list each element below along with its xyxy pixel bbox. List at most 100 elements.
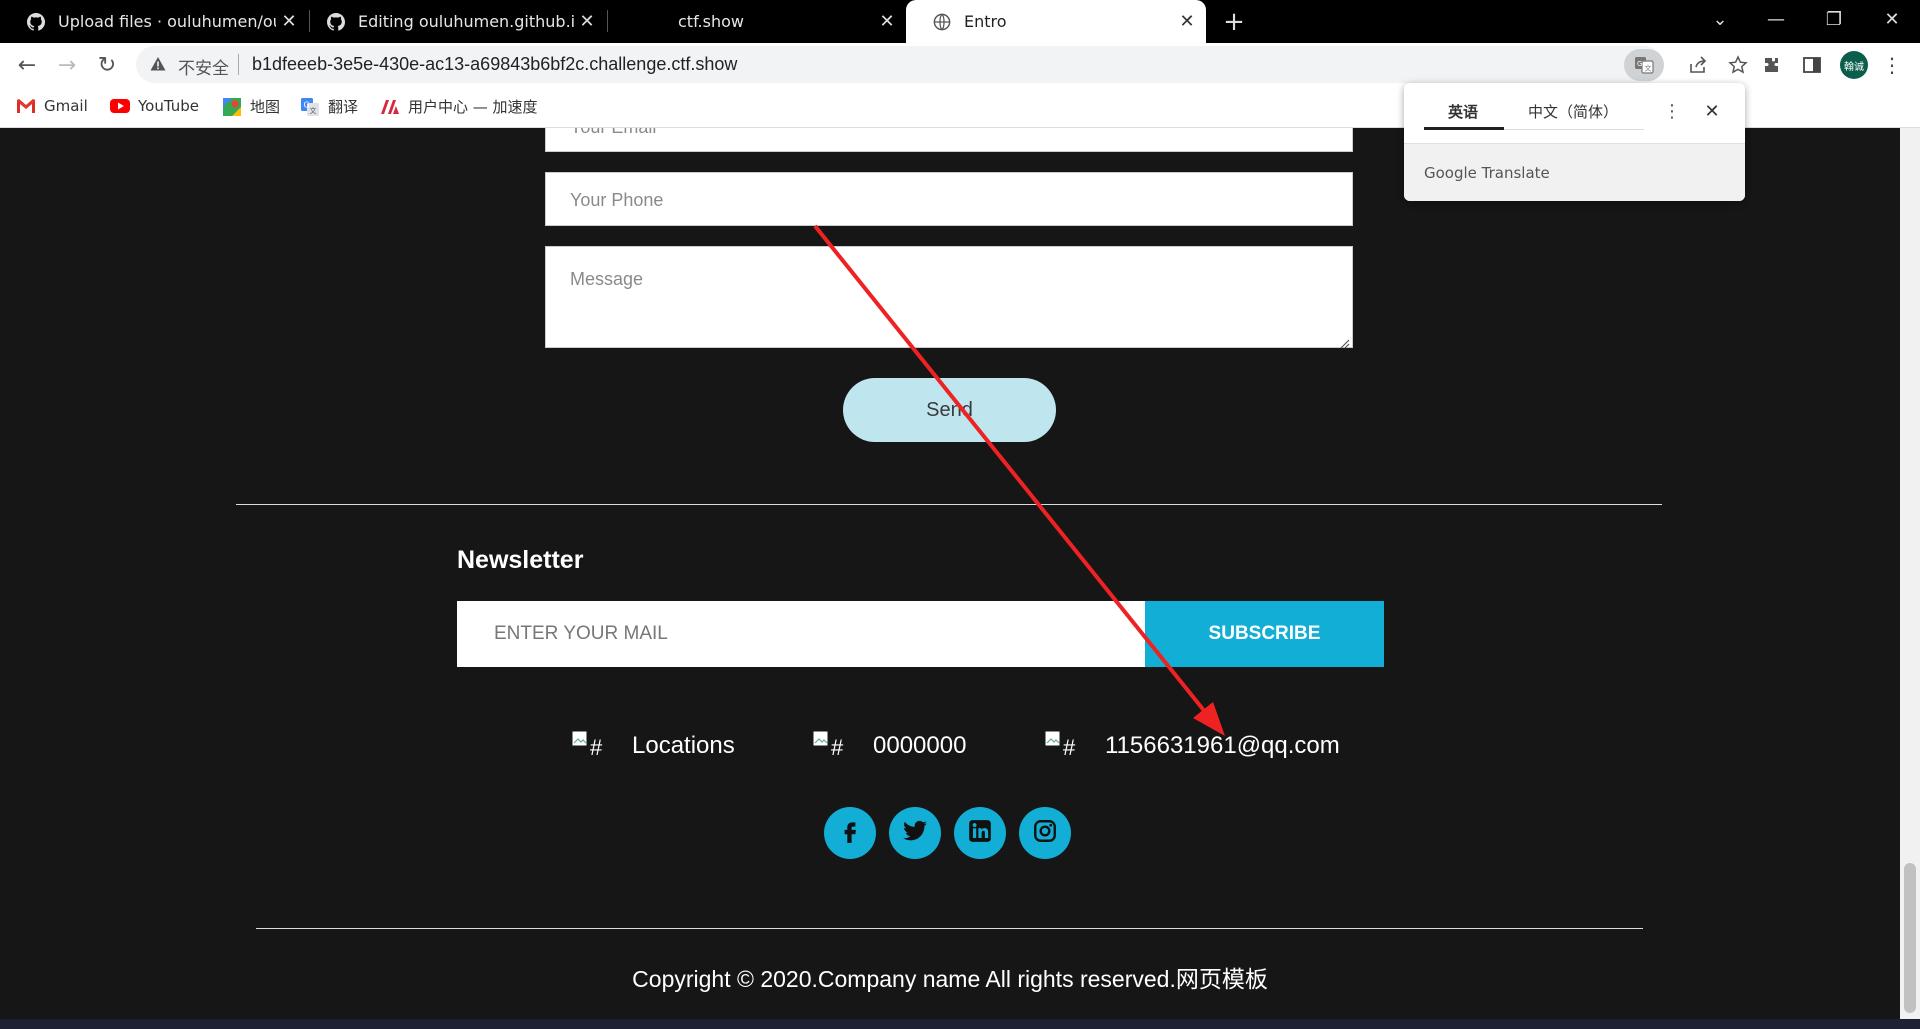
bookmark-star-icon[interactable]: [1722, 49, 1754, 81]
translate-footer: Google Translate: [1404, 143, 1745, 201]
bookmark-youtube[interactable]: YouTube: [110, 96, 199, 116]
newsletter-placeholder: ENTER YOUR MAIL: [494, 623, 668, 644]
message-field[interactable]: Message: [545, 246, 1353, 349]
bookmark-accel[interactable]: 用户中心 — 加速度: [380, 96, 538, 117]
address-separator: [238, 54, 239, 75]
translate-popup: 英语 中文（简体） ⋮ ✕ Google Translate: [1404, 83, 1745, 201]
contact-icon-alt: #: [590, 735, 603, 760]
instagram-icon: [1032, 818, 1058, 849]
contact-phone: # 0000000: [813, 731, 966, 761]
globe-icon: [932, 12, 952, 32]
twitter-icon: [902, 818, 928, 849]
email-field[interactable]: Your Email: [545, 128, 1353, 152]
svg-text:G: G: [1637, 60, 1642, 68]
contact-email: # 1156631961@qq.com: [1045, 731, 1340, 761]
address-url[interactable]: b1dfeeeb-3e5e-430e-ac13-a69843b6bf2c.cha…: [252, 54, 737, 75]
page-scrollbar[interactable]: [1900, 128, 1920, 1019]
contact-icon-alt: #: [1063, 735, 1076, 760]
tab-upload-files[interactable]: Upload files · ouluhumen/oulu ✕: [0, 0, 308, 43]
contact-location: # Locations: [572, 731, 735, 761]
bookmark-translate[interactable]: G文 翻译: [300, 96, 358, 117]
bookmark-label: YouTube: [138, 97, 199, 115]
forward-icon[interactable]: →: [51, 49, 83, 81]
tab-entro[interactable]: Entro ✕: [906, 0, 1206, 43]
message-placeholder: Message: [570, 269, 644, 289]
instagram-button[interactable]: [1019, 807, 1071, 859]
side-panel-icon[interactable]: [1796, 49, 1828, 81]
tab-title: ctf.show: [678, 12, 744, 31]
twitter-button[interactable]: [889, 807, 941, 859]
tab-title: Upload files · ouluhumen/oulu: [58, 12, 276, 31]
github-icon: [26, 12, 46, 32]
email-placeholder: Your Email: [570, 128, 656, 138]
facebook-button[interactable]: [824, 807, 876, 859]
insecure-label[interactable]: 不安全: [178, 54, 229, 79]
share-icon[interactable]: [1682, 49, 1714, 81]
reload-icon[interactable]: ↻: [91, 49, 123, 81]
resize-handle-icon[interactable]: [1338, 333, 1350, 349]
tab-title: Editing ouluhumen.github.io/2: [358, 12, 574, 31]
tab-close-icon[interactable]: ✕: [874, 9, 900, 35]
phone-field[interactable]: Your Phone: [545, 172, 1353, 226]
restore-icon[interactable]: ❐: [1806, 0, 1862, 38]
youtube-icon: [110, 96, 130, 116]
back-icon[interactable]: ←: [11, 49, 43, 81]
close-icon[interactable]: ✕: [1700, 99, 1724, 123]
contact-icon-alt: #: [831, 735, 844, 760]
menu-kebab-icon[interactable]: ⋮: [1876, 49, 1908, 81]
maps-icon: [222, 97, 242, 117]
extensions-icon[interactable]: [1756, 49, 1788, 81]
broken-image-icon: #: [572, 731, 612, 761]
address-bar[interactable]: 不安全 b1dfeeeb-3e5e-430e-ac13-a69843b6bf2c…: [136, 46, 1748, 83]
browser-toolbar: ← → ↻ 不安全 b1dfeeeb-3e5e-430e-ac13-a69843…: [0, 43, 1920, 86]
translate-menu-icon[interactable]: ⋮: [1660, 99, 1684, 123]
github-icon: [326, 12, 346, 32]
newsletter-email-input[interactable]: ENTER YOUR MAIL: [457, 601, 1145, 667]
contact-text: 1156631961@qq.com: [1105, 732, 1340, 759]
linkedin-button[interactable]: [954, 807, 1006, 859]
tab-editing[interactable]: Editing ouluhumen.github.io/2 ✕: [300, 0, 606, 43]
tab-close-icon[interactable]: ✕: [276, 9, 302, 35]
facebook-icon: [837, 818, 863, 849]
new-tab-button[interactable]: +: [1218, 6, 1250, 38]
blank-page-icon: [646, 12, 666, 32]
tab-ctfshow[interactable]: ctf.show ✕: [608, 0, 906, 43]
avatar[interactable]: 翰诚: [1840, 51, 1868, 79]
google-translate-brand: Google Translate: [1424, 164, 1550, 182]
tab-strip: Upload files · ouluhumen/oulu ✕ Editing …: [0, 0, 1920, 43]
lang-tab-target[interactable]: 中文（简体）: [1528, 101, 1618, 122]
tab-search-icon[interactable]: ⌄: [1692, 0, 1748, 38]
minimize-icon[interactable]: —: [1748, 0, 1804, 38]
divider: [236, 504, 1662, 505]
taskbar-edge: [0, 1019, 1920, 1029]
linkedin-icon: [967, 818, 993, 849]
bookmark-label: 翻译: [328, 98, 359, 116]
newsletter-title: Newsletter: [457, 546, 584, 574]
copyright-text: Copyright © 2020.Company name All rights…: [632, 966, 1268, 992]
bookmark-gmail[interactable]: Gmail: [16, 96, 88, 116]
bookmark-label: 地图: [250, 98, 281, 116]
gmail-icon: [16, 96, 36, 116]
send-button[interactable]: Send: [843, 378, 1056, 442]
contact-text: Locations: [632, 732, 735, 759]
bookmark-maps[interactable]: 地图: [222, 96, 280, 117]
tab-title: Entro: [964, 12, 1007, 31]
warning-icon: [150, 56, 166, 72]
close-window-icon[interactable]: ✕: [1864, 0, 1920, 38]
tab-close-icon[interactable]: ✕: [574, 9, 600, 35]
bookmark-label: 用户中心 — 加速度: [408, 98, 538, 116]
svg-text:文: 文: [1645, 64, 1652, 73]
translate-icon: G文: [300, 97, 320, 117]
subscribe-button[interactable]: SUBSCRIBE: [1145, 601, 1384, 667]
contact-text: 0000000: [873, 732, 967, 759]
svg-text:文: 文: [310, 106, 317, 115]
scrollbar-thumb[interactable]: [1904, 863, 1916, 1013]
selected-tab-indicator: [1424, 127, 1504, 130]
divider: [256, 928, 1643, 929]
phone-placeholder: Your Phone: [570, 190, 664, 210]
broken-image-icon: #: [1045, 731, 1085, 761]
translate-page-icon[interactable]: G文: [1624, 49, 1664, 81]
broken-image-icon: #: [813, 731, 853, 761]
tab-close-icon[interactable]: ✕: [1174, 9, 1200, 35]
lang-tab-source[interactable]: 英语: [1448, 101, 1478, 122]
